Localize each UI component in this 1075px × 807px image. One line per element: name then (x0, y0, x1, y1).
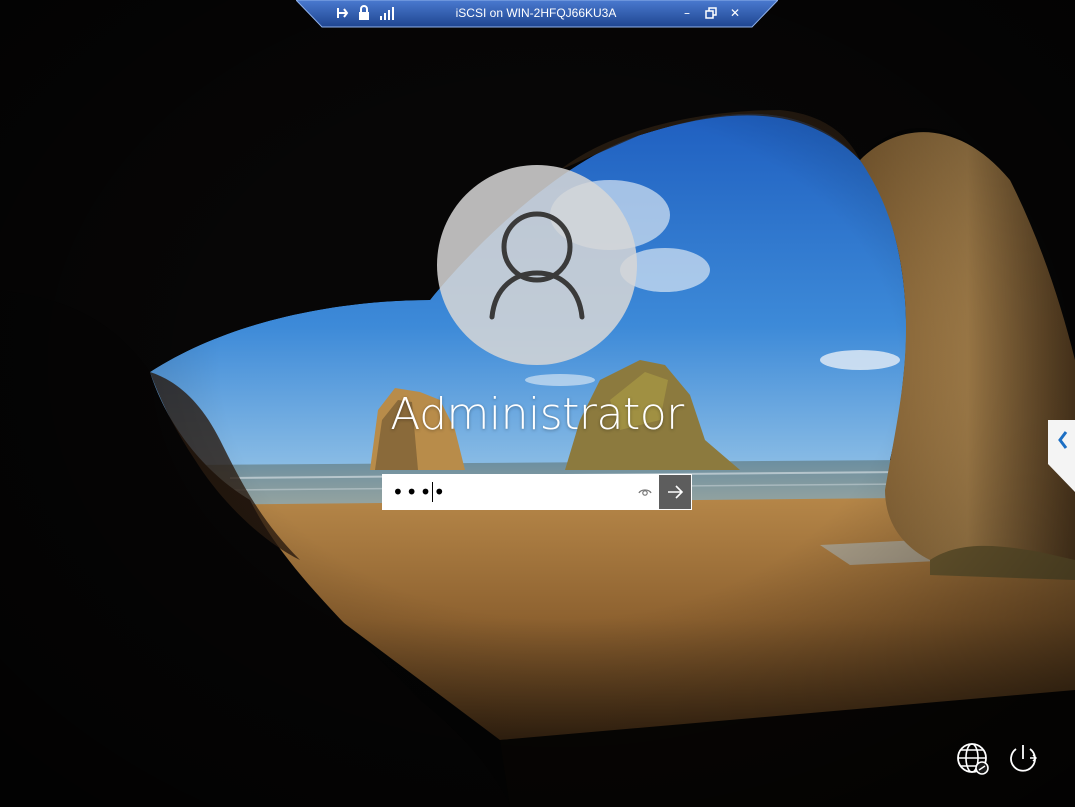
network-button[interactable] (954, 740, 992, 778)
lock-screen: iSCSI on WIN-2HFQJ66KU3A – ✕ Administrat… (0, 0, 1075, 807)
user-silhouette-icon (489, 211, 585, 320)
lock-icon (356, 4, 372, 22)
eye-icon (638, 489, 652, 496)
submit-button[interactable] (658, 474, 692, 510)
network-globe-icon (957, 743, 989, 775)
minimize-button[interactable]: – (678, 4, 696, 22)
rdp-connection-title: iSCSI on WIN-2HFQJ66KU3A (455, 6, 617, 20)
password-field-container (382, 474, 692, 510)
password-input[interactable] (382, 474, 632, 510)
power-button[interactable] (1004, 740, 1042, 778)
power-icon (1010, 745, 1037, 772)
arrow-right-icon (668, 485, 684, 499)
reveal-password-button[interactable] (632, 474, 658, 510)
rdp-connection-bar[interactable]: iSCSI on WIN-2HFQJ66KU3A – ✕ (296, 0, 778, 28)
restore-icon (705, 7, 717, 19)
side-expand-tab[interactable] (1048, 420, 1075, 492)
user-avatar (437, 165, 637, 365)
username-label: Administrator (390, 389, 684, 440)
signal-strength-icon (378, 4, 394, 22)
close-button[interactable]: ✕ (726, 4, 744, 22)
pin-icon[interactable] (334, 4, 352, 22)
chevron-left-icon (1048, 420, 1075, 492)
restore-button[interactable] (702, 4, 720, 22)
text-cursor (432, 482, 433, 502)
